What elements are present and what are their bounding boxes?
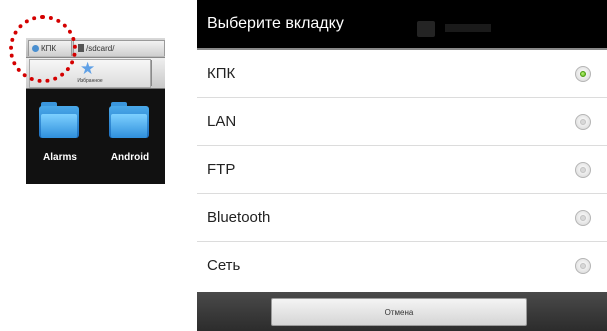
- radio-unchecked-icon[interactable]: [575, 258, 591, 274]
- dialog-header: Выберите вкладку: [197, 0, 607, 50]
- radio-checked-icon[interactable]: [575, 66, 591, 82]
- radio-unchecked-icon[interactable]: [575, 210, 591, 226]
- folder-icon: [109, 102, 149, 138]
- file-manager-tab-bar: КПК /sdcard/: [26, 38, 165, 58]
- folder-icon: [39, 102, 79, 138]
- favorites-button[interactable]: ★ Избранное: [29, 59, 151, 88]
- option-ftp[interactable]: FTP: [197, 146, 607, 194]
- toolbar-divider: [151, 60, 152, 86]
- radio-unchecked-icon[interactable]: [575, 162, 591, 178]
- device-icon: [32, 45, 39, 52]
- dialog-footer: Отмена: [197, 292, 607, 331]
- option-label: Сеть: [207, 257, 241, 274]
- option-bluetooth[interactable]: Bluetooth: [197, 194, 607, 242]
- favorites-label: Избранное: [77, 78, 103, 84]
- file-manager-toolbar: ★ Избранное: [26, 58, 165, 89]
- option-label: FTP: [207, 161, 236, 178]
- background-icon: [417, 21, 435, 37]
- cancel-button[interactable]: Отмена: [271, 298, 527, 326]
- select-tab-dialog: Выберите вкладку КПК LAN FTP Bluetooth С…: [197, 0, 607, 331]
- star-icon: ★: [80, 59, 96, 78]
- folder-name: Android: [110, 152, 150, 163]
- tab-device-label: КПК: [41, 44, 57, 53]
- option-kpk[interactable]: КПК: [197, 50, 607, 98]
- tab-sdcard[interactable]: /sdcard/: [73, 40, 165, 56]
- tab-device[interactable]: КПК: [28, 40, 72, 56]
- folder-name: Alarms: [43, 152, 77, 163]
- option-network[interactable]: Сеть: [197, 242, 607, 290]
- folder-item-alarms[interactable]: Alarms: [34, 100, 86, 180]
- option-label: Bluetooth: [207, 209, 271, 226]
- tab-option-list: КПК LAN FTP Bluetooth Сеть: [197, 50, 607, 292]
- file-manager-thumbnail: КПК /sdcard/ ★ Избранное Alarms Android: [26, 38, 165, 184]
- sdcard-icon: [78, 44, 84, 52]
- option-label: LAN: [207, 113, 237, 130]
- radio-unchecked-icon[interactable]: [575, 114, 591, 130]
- dialog-title: Выберите вкладку: [207, 15, 344, 32]
- folder-item-android[interactable]: Android: [104, 100, 156, 180]
- background-text: [445, 24, 491, 32]
- tab-sdcard-label: /sdcard/: [86, 44, 115, 53]
- option-label: КПК: [207, 65, 236, 82]
- option-lan[interactable]: LAN: [197, 98, 607, 146]
